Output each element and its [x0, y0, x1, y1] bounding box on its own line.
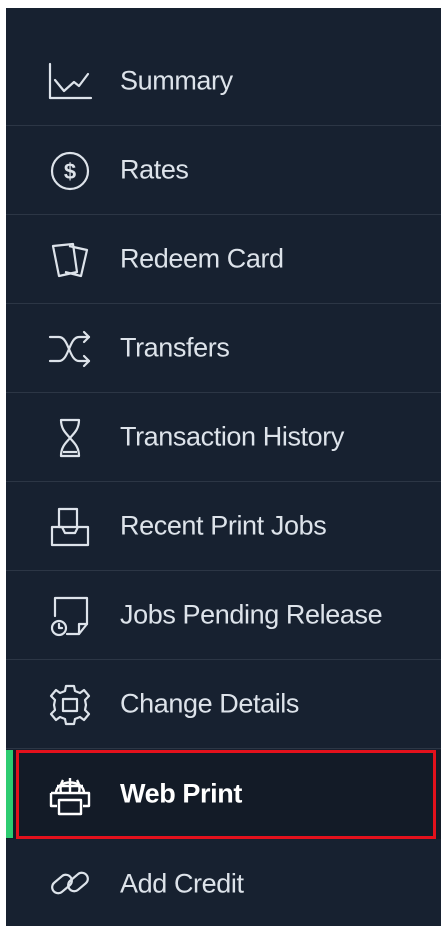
- hourglass-icon: [44, 416, 96, 460]
- nav-item-redeem-card[interactable]: Redeem Card: [6, 215, 441, 304]
- nav-label: Transfers: [120, 332, 230, 363]
- nav-label: Redeem Card: [120, 243, 284, 274]
- active-indicator: [6, 750, 13, 838]
- nav-label: Web Print: [120, 778, 242, 809]
- nav-label: Summary: [120, 65, 233, 96]
- dollar-circle-icon: $: [44, 149, 96, 193]
- nav-item-jobs-pending-release[interactable]: Jobs Pending Release: [6, 571, 441, 660]
- nav-label: Rates: [120, 154, 189, 185]
- printer-tray-icon: [44, 505, 96, 549]
- nav-label: Recent Print Jobs: [120, 510, 327, 541]
- cards-icon: [44, 238, 96, 282]
- nav-item-summary[interactable]: Summary: [6, 37, 441, 126]
- nav-item-web-print[interactable]: Web Print: [6, 750, 441, 839]
- svg-text:$: $: [64, 159, 76, 184]
- nav-item-rates[interactable]: $ Rates: [6, 126, 441, 215]
- link-icon: [44, 861, 96, 905]
- nav-item-recent-print-jobs[interactable]: Recent Print Jobs: [6, 482, 441, 571]
- nav-item-change-details[interactable]: Change Details: [6, 660, 441, 749]
- sidebar-nav: Summary $ Rates Redeem Card Transfers Tr…: [6, 8, 441, 926]
- web-printer-icon: [44, 773, 96, 817]
- nav-label: Add Credit: [120, 868, 244, 898]
- nav-item-transaction-history[interactable]: Transaction History: [6, 393, 441, 482]
- nav-item-transfers[interactable]: Transfers: [6, 304, 441, 393]
- nav-label: Change Details: [120, 688, 300, 719]
- line-chart-icon: [44, 60, 96, 104]
- document-clock-icon: [44, 594, 96, 638]
- nav-label: Jobs Pending Release: [120, 599, 383, 630]
- nav-item-add-credit[interactable]: Add Credit: [6, 839, 441, 926]
- gear-icon: [44, 683, 96, 727]
- shuffle-icon: [44, 327, 96, 371]
- nav-label: Transaction History: [120, 421, 344, 452]
